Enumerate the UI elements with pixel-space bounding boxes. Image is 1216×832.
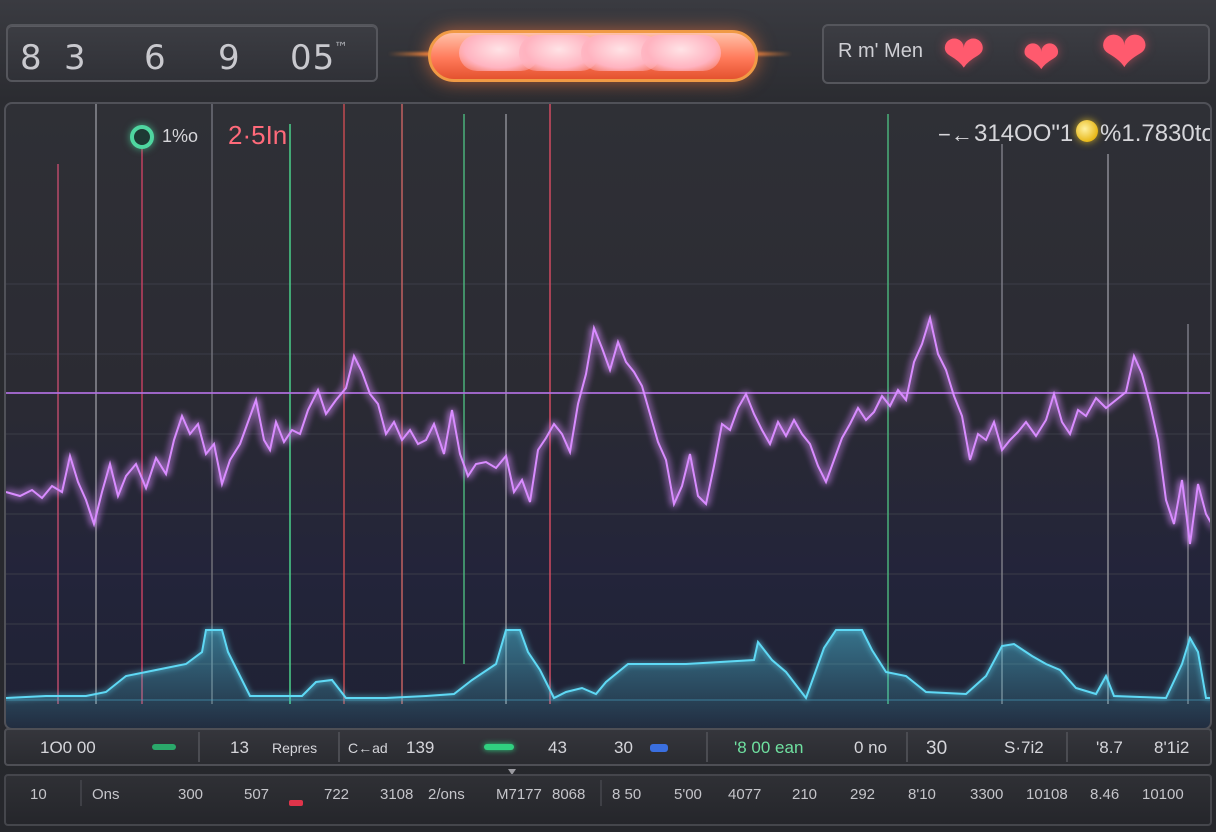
digit-readout: 8 3 6 9 05 ™: [6, 24, 378, 82]
footer-value: 10108: [1026, 786, 1068, 803]
footer-value: 300: [178, 786, 204, 803]
footer-value: 722: [324, 786, 350, 803]
footer-value: 3108: [380, 786, 414, 803]
reading-value: '8.7: [1096, 738, 1123, 757]
readings-strip: 1O0 00 13 Repres C←ad 139 43 30 '8 00 ea…: [4, 728, 1212, 766]
readout-digit: 8: [20, 38, 43, 78]
footer-value: 10: [30, 786, 47, 803]
alarm-tick: [289, 800, 303, 806]
reading-value: 13: [230, 738, 249, 757]
readout-unit: ™: [334, 40, 349, 56]
footer-value: 5'00: [674, 786, 702, 803]
reading-value: 30: [926, 738, 948, 759]
blue-bar: [650, 744, 668, 752]
readout-digit: 3: [64, 38, 87, 78]
divider: [338, 732, 340, 762]
footer-value: M7177: [496, 786, 542, 803]
top-bar: 8 3 6 9 05 ™ R m' Men ❤ ❤ ❤: [0, 0, 1216, 96]
readout-digit: 6: [144, 38, 167, 78]
footer-value: 292: [850, 786, 876, 803]
footer-value: 8 50: [612, 786, 642, 803]
reading-value: '8 00 ean: [734, 738, 804, 757]
footer-value: 210: [792, 786, 818, 803]
footer-strip: 10 Ons 300 507 722 3108 2/ons M7177 8068…: [4, 774, 1212, 826]
reading-value: 139: [406, 738, 435, 757]
ecg-waveform: [6, 314, 1210, 545]
footer-value: 4077: [728, 786, 762, 803]
waveform-display: 1%o 2·5In −← 314OO"1 %1.7830to: [4, 102, 1212, 730]
divider: [906, 732, 908, 762]
footer-value: 8'10: [908, 786, 936, 803]
divider: [80, 780, 82, 806]
status-indicator-icon: [130, 125, 154, 149]
right-prefix: −←: [938, 122, 973, 147]
reading-value: 43: [548, 738, 567, 757]
pill-body: [428, 30, 758, 82]
footer-value: Ons: [92, 786, 120, 803]
reading-value: 1O0 00: [40, 738, 96, 757]
green-bar: [152, 744, 176, 750]
readout-digit: 05: [290, 38, 336, 78]
mode-panel: R m' Men ❤ ❤ ❤: [822, 24, 1210, 84]
right-value: 314OO"1: [974, 120, 1074, 147]
divider: [706, 732, 708, 762]
status-pill[interactable]: [388, 28, 792, 84]
grid: [6, 283, 1210, 665]
footer-value: 3300: [970, 786, 1004, 803]
green-bar: [484, 744, 514, 750]
divider: [198, 732, 200, 762]
event-markers: [57, 104, 1189, 704]
heart-icon[interactable]: ❤: [942, 28, 986, 82]
footer-value: 8.46: [1090, 786, 1120, 803]
right-value-2: %1.7830to: [1100, 120, 1212, 147]
left-value: 2·5In: [228, 120, 288, 150]
footer-value: 2/ons: [428, 786, 465, 803]
divider: [1066, 732, 1068, 762]
left-indicator-label: 1%o: [162, 126, 199, 146]
mode-label: R m' Men: [838, 40, 923, 62]
footer-value: 10100: [1142, 786, 1184, 803]
footer-value: 507: [244, 786, 270, 803]
reading-label: C←ad: [348, 740, 388, 756]
waveform-canvas: [6, 104, 1210, 728]
alarm-indicator-icon: [1076, 120, 1098, 142]
divider: [600, 780, 602, 806]
reading-value: 8'1i2: [1154, 738, 1190, 757]
reading-label: Repres: [272, 740, 318, 756]
pill-highlight: [641, 35, 721, 71]
heart-icon[interactable]: ❤: [1022, 30, 1061, 84]
monitor-window: 8 3 6 9 05 ™ R m' Men ❤ ❤ ❤ 1%o 2·5In −←…: [0, 0, 1216, 832]
footer-value: 8068: [552, 786, 586, 803]
readout-digit: 9: [218, 38, 241, 78]
reading-value: S·7i2: [1004, 738, 1044, 757]
reading-value: 30: [614, 738, 633, 757]
reading-value: 0 no: [854, 738, 888, 757]
heart-icon[interactable]: ❤: [1100, 24, 1149, 82]
